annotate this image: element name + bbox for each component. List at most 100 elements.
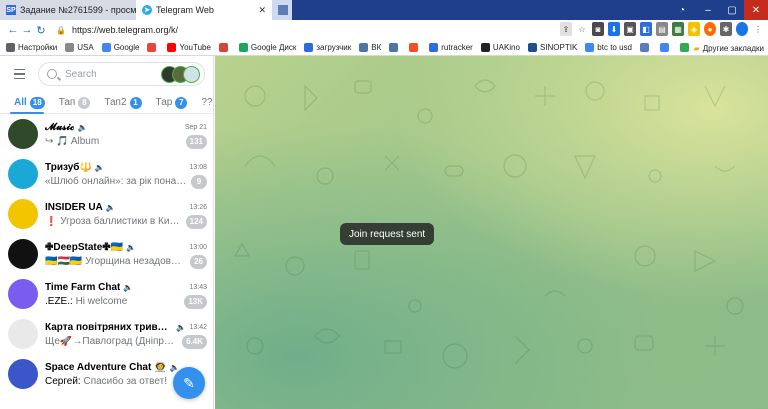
bookmark-item[interactable]: Настройки bbox=[6, 43, 57, 52]
message-text: 🇺🇦🇭🇺🇺🇦 Угорщина незадовол… bbox=[45, 256, 187, 267]
bookmark-item[interactable] bbox=[639, 43, 652, 52]
new-tab-icon bbox=[278, 5, 288, 15]
bookmark-item[interactable]: ВК bbox=[359, 43, 381, 52]
chat-name: Карта повітряних тривог ‼️ bbox=[45, 321, 173, 333]
extension-icon[interactable]: ◧ bbox=[640, 22, 652, 36]
url-field[interactable]: 🔒 https://web.telegram.org/k/ bbox=[56, 25, 178, 35]
bookmark-item[interactable] bbox=[389, 43, 401, 52]
tab-label: Задание №2761599 - просмотр з bbox=[20, 5, 136, 15]
join-request-toast: Join request sent bbox=[340, 223, 435, 245]
chat-list-item[interactable]: Тризуб🔱 🔈 13:08 «Шлюб онлайн»: за рік пона…… bbox=[0, 154, 213, 194]
chat-name: Space Adventure Chat 👩‍🚀 bbox=[45, 361, 167, 373]
avatar bbox=[8, 359, 38, 389]
other-bookmarks[interactable]: ▰ Другие закладки bbox=[689, 40, 764, 55]
search-input[interactable]: Search bbox=[38, 62, 205, 86]
bookmark-item[interactable]: YouTube bbox=[167, 43, 211, 52]
bookmark-item[interactable]: Google Диск bbox=[238, 43, 297, 52]
star-icon[interactable]: ☆ bbox=[576, 22, 588, 36]
extension-icon[interactable]: ▦ bbox=[672, 22, 684, 36]
extension-icon[interactable]: ◈ bbox=[688, 22, 700, 36]
chat-item-top-row: INSIDER UA 🔈 13:26 bbox=[45, 200, 207, 215]
reload-icon[interactable]: ↻ bbox=[34, 20, 48, 40]
address-bar: ← → ↻ 🔒 https://web.telegram.org/k/ ⇪ ☆ … bbox=[0, 20, 768, 40]
forward-icon[interactable]: → bbox=[20, 20, 34, 40]
browser-tab-telegram[interactable]: ➤ Telegram Web ✕ bbox=[136, 0, 272, 20]
download-icon[interactable]: ⬇ bbox=[608, 22, 620, 36]
extension-icon[interactable]: ◙ bbox=[592, 22, 604, 36]
tab-tap2[interactable]: Тап2 1 bbox=[104, 96, 142, 109]
minimize-icon[interactable]: – bbox=[696, 0, 720, 20]
bookmark-item[interactable] bbox=[218, 43, 231, 52]
avatar[interactable] bbox=[736, 22, 748, 36]
puzzle-icon[interactable]: ✱ bbox=[720, 22, 732, 36]
tab-tap[interactable]: Тап 8 bbox=[59, 96, 91, 109]
bookmark-label: Google Диск bbox=[250, 43, 297, 52]
bookmark-label: UAKino bbox=[492, 43, 520, 52]
chat-list-item[interactable]: Time Farm Chat 🔈 13:43 .EZE.: Hi welcome 13K bbox=[0, 274, 213, 314]
tab-all[interactable]: All 18 bbox=[14, 96, 45, 109]
profile-icon[interactable]: ◔ bbox=[670, 0, 694, 20]
last-message: ↪ 🎵 Album bbox=[45, 136, 182, 147]
bookmark-item[interactable]: UAKino bbox=[480, 43, 520, 52]
chat-list-item[interactable]: 𝓜𝓾𝓼𝓲𝓬 🔈 Sep 21 ↪ 🎵 Album 131 bbox=[0, 114, 213, 154]
chat-time: 13:26 bbox=[189, 203, 207, 211]
bookmark-item[interactable] bbox=[659, 43, 672, 52]
chat-list-item[interactable]: INSIDER UA 🔈 13:26 ❗ Угроза баллистики в Ки… bbox=[0, 194, 213, 234]
chat-name: INSIDER UA bbox=[45, 201, 103, 213]
new-tab-button[interactable] bbox=[272, 0, 292, 20]
bookmark-icon bbox=[218, 43, 228, 52]
bookmark-item[interactable] bbox=[147, 43, 159, 52]
tab-tar[interactable]: Тар 7 bbox=[156, 96, 188, 109]
bookmark-item[interactable]: загрузчик bbox=[304, 43, 351, 52]
bookmark-item[interactable]: btc to usd bbox=[585, 43, 632, 52]
bookmark-item[interactable]: USA bbox=[65, 43, 94, 52]
chat-time: 13:08 bbox=[189, 163, 207, 171]
chat-item-top-row: 𝓜𝓾𝓼𝓲𝓬 🔈 Sep 21 bbox=[45, 120, 207, 135]
sp-favicon-icon: SP bbox=[6, 5, 16, 15]
close-window-icon[interactable]: ✕ bbox=[744, 0, 768, 20]
muted-icon: 🔈 bbox=[123, 282, 134, 292]
share-icon[interactable]: ⇪ bbox=[560, 22, 572, 36]
tab-label: Тап2 bbox=[104, 97, 127, 108]
tab-more[interactable]: ?? bbox=[201, 97, 212, 108]
bookmark-label: Настройки bbox=[18, 43, 58, 52]
chat-item-top-row: Карта повітряних тривог ‼️ 🔈 13:42 bbox=[45, 320, 207, 335]
unread-badge: 13K bbox=[184, 294, 207, 309]
story-avatar[interactable] bbox=[183, 66, 200, 83]
chat-background: Join request sent bbox=[215, 56, 768, 409]
bookmark-label: загрузчик bbox=[316, 43, 352, 52]
close-tab-icon[interactable]: ✕ bbox=[258, 5, 266, 16]
unread-badge: 9 bbox=[191, 174, 207, 189]
back-icon[interactable]: ← bbox=[6, 20, 20, 40]
bookmark-icon bbox=[167, 43, 177, 52]
extension-icon[interactable]: ▤ bbox=[656, 22, 668, 36]
bookmark-item[interactable] bbox=[409, 43, 421, 52]
hamburger-menu-icon[interactable] bbox=[8, 63, 30, 85]
chat-name: Time Farm Chat bbox=[45, 281, 121, 293]
bookmark-icon bbox=[409, 43, 419, 52]
chat-list-item[interactable]: ✙DeepState✙🇺🇦 🔈 13:00 🇺🇦🇭🇺🇺🇦 Угорщина незад… bbox=[0, 234, 213, 274]
search-icon bbox=[47, 69, 57, 79]
bookmark-item[interactable]: Google bbox=[101, 43, 139, 52]
bookmark-icon bbox=[238, 43, 248, 52]
maximize-icon[interactable]: ▢ bbox=[720, 0, 744, 20]
bookmark-item[interactable]: SINOPTIK bbox=[527, 43, 577, 52]
bookmark-icon bbox=[429, 43, 439, 52]
tab-count-badge: 18 bbox=[29, 96, 45, 109]
tab-label: All bbox=[14, 97, 27, 108]
bookmark-label: ВК bbox=[371, 43, 382, 52]
extension-icon[interactable]: ● bbox=[704, 22, 716, 36]
stories-avatars[interactable] bbox=[161, 66, 200, 83]
chat-list-header: Search bbox=[0, 56, 213, 92]
chat-list-item[interactable]: Карта повітряних тривог ‼️ 🔈 13:42 Ще🚀→Павл… bbox=[0, 314, 213, 354]
url-text: https://web.telegram.org/k/ bbox=[71, 25, 179, 35]
more-menu-icon[interactable]: ⋮ bbox=[752, 22, 764, 36]
bookmark-item[interactable]: rutracker bbox=[429, 43, 473, 52]
tab-count-badge: 8 bbox=[78, 96, 91, 109]
extension-icon[interactable]: ▣ bbox=[624, 22, 636, 36]
new-message-button[interactable]: ✎ bbox=[173, 367, 205, 399]
avatar bbox=[8, 159, 38, 189]
bookmark-icon bbox=[304, 43, 314, 52]
message-text: ↪ 🎵 Album bbox=[45, 136, 100, 147]
browser-tab-task[interactable]: SP Задание №2761599 - просмотр з ✕ bbox=[0, 0, 136, 20]
